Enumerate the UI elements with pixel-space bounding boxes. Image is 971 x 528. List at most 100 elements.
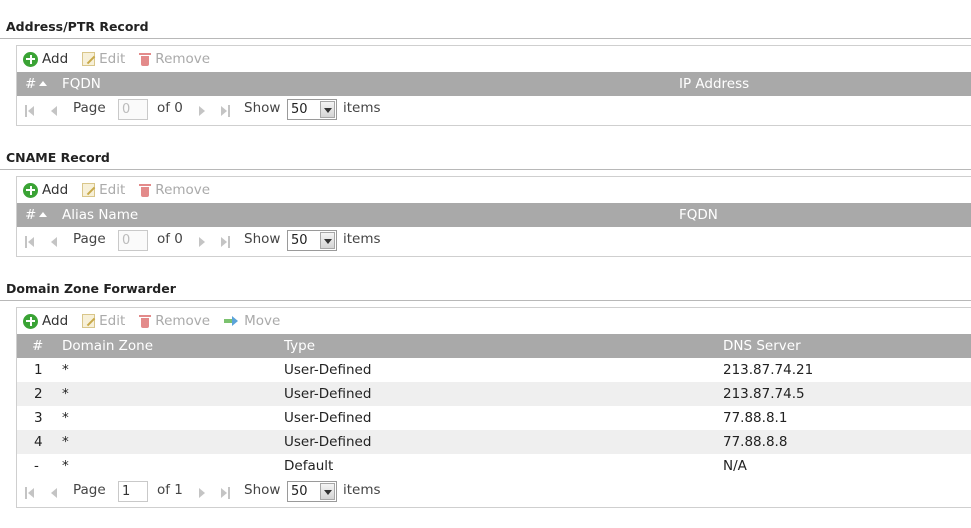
cname-add-button[interactable]: Add: [23, 182, 68, 198]
dzf-remove-button[interactable]: Remove: [139, 313, 210, 329]
table-row[interactable]: 2 * User-Defined 213.87.74.5: [17, 382, 971, 406]
dzf-pager: Page of 1 Show 50 items: [17, 478, 971, 506]
ptr-show-value: 50: [291, 102, 308, 117]
ptr-toolbar: Add Edit Remove: [17, 46, 971, 72]
ptr-page-input[interactable]: [118, 99, 148, 120]
ptr-edit-button[interactable]: Edit: [82, 51, 125, 67]
row-num: 1: [34, 362, 43, 378]
dzf-items-label: items: [343, 482, 381, 498]
chevron-down-icon[interactable]: [320, 101, 335, 118]
next-page-icon[interactable]: [197, 105, 207, 117]
chevron-down-icon[interactable]: [320, 232, 335, 249]
cname-remove-label: Remove: [155, 182, 211, 198]
cname-section-divider: [0, 169, 971, 170]
ptr-remove-button[interactable]: Remove: [139, 51, 210, 67]
first-page-icon[interactable]: [25, 105, 35, 117]
ptr-col-fqdn[interactable]: FQDN: [62, 76, 101, 92]
row-zone: *: [62, 386, 69, 402]
cname-show-select[interactable]: 50: [287, 230, 337, 251]
last-page-icon[interactable]: [221, 236, 231, 248]
prev-page-icon[interactable]: [49, 105, 59, 117]
dzf-col-dns[interactable]: DNS Server: [723, 338, 801, 354]
last-page-icon[interactable]: [221, 105, 231, 117]
ptr-remove-label: Remove: [155, 51, 211, 67]
ptr-add-button[interactable]: Add: [23, 51, 68, 67]
row-type: User-Defined: [284, 362, 372, 378]
add-icon: [23, 51, 38, 67]
ptr-col-num[interactable]: #: [25, 76, 48, 92]
dzf-show-label: Show: [244, 482, 281, 498]
chevron-down-icon[interactable]: [320, 483, 335, 500]
sort-asc-icon: [39, 81, 48, 86]
dzf-move-button[interactable]: Move: [224, 313, 280, 329]
row-type: User-Defined: [284, 410, 372, 426]
row-dns: 77.88.8.1: [723, 410, 788, 426]
cname-add-label: Add: [42, 182, 69, 198]
table-row[interactable]: - * Default N/A: [17, 454, 971, 478]
ptr-show-select[interactable]: 50: [287, 99, 337, 120]
dzf-show-select[interactable]: 50: [287, 481, 337, 502]
dzf-section-divider: [0, 300, 971, 301]
row-num: 3: [34, 410, 43, 426]
dzf-col-num[interactable]: #: [32, 338, 43, 354]
row-dns: 213.87.74.21: [723, 362, 814, 378]
row-zone: *: [62, 458, 69, 474]
dzf-page-input[interactable]: [118, 481, 148, 502]
row-zone: *: [62, 434, 69, 450]
move-arrow-icon: [224, 315, 240, 327]
cname-col-num[interactable]: #: [25, 207, 48, 223]
edit-icon: [82, 314, 96, 328]
dzf-col-zone[interactable]: Domain Zone: [62, 338, 153, 354]
dzf-page-label: Page: [73, 482, 106, 498]
edit-icon: [82, 52, 96, 66]
row-dns: 213.87.74.5: [723, 386, 805, 402]
dzf-table-header: # Domain Zone Type DNS Server: [17, 334, 971, 358]
ptr-col-ip[interactable]: IP Address: [679, 76, 749, 92]
dzf-show-value: 50: [291, 484, 308, 499]
dzf-add-label: Add: [42, 313, 69, 329]
dzf-col-type[interactable]: Type: [284, 338, 315, 354]
cname-section-title: CNAME Record: [6, 150, 110, 165]
cname-page-label: Page: [73, 231, 106, 247]
ptr-edit-label: Edit: [99, 51, 126, 67]
next-page-icon[interactable]: [197, 236, 207, 248]
dzf-add-button[interactable]: Add: [23, 313, 68, 329]
dzf-panel: Add Edit Remove Move # Domain Zone Type …: [16, 307, 971, 508]
dzf-remove-label: Remove: [155, 313, 211, 329]
next-page-icon[interactable]: [197, 487, 207, 499]
table-row[interactable]: 1 * User-Defined 213.87.74.21: [17, 358, 971, 382]
table-row[interactable]: 4 * User-Defined 77.88.8.8: [17, 430, 971, 454]
trash-icon: [139, 314, 152, 328]
cname-col-alias[interactable]: Alias Name: [62, 207, 138, 223]
cname-col-fqdn[interactable]: FQDN: [679, 207, 718, 223]
cname-pager: Page of 0 Show 50 items: [17, 227, 971, 255]
cname-items-label: items: [343, 231, 381, 247]
row-num: 2: [34, 386, 43, 402]
ptr-table-header: # FQDN IP Address: [17, 72, 971, 96]
ptr-pager: Page of 0 Show 50 items: [17, 96, 971, 124]
add-icon: [23, 182, 38, 198]
ptr-section-title: Address/PTR Record: [6, 19, 149, 34]
cname-page-count: of 0: [157, 231, 183, 247]
table-row[interactable]: 3 * User-Defined 77.88.8.1: [17, 406, 971, 430]
row-num: -: [34, 458, 39, 474]
ptr-show-label: Show: [244, 100, 281, 116]
ptr-page-label: Page: [73, 100, 106, 116]
cname-edit-button[interactable]: Edit: [82, 182, 125, 198]
cname-page-input[interactable]: [118, 230, 148, 251]
first-page-icon[interactable]: [25, 236, 35, 248]
prev-page-icon[interactable]: [49, 236, 59, 248]
row-type: User-Defined: [284, 434, 372, 450]
dzf-page-count: of 1: [157, 482, 183, 498]
row-dns: N/A: [723, 458, 747, 474]
prev-page-icon[interactable]: [49, 487, 59, 499]
dzf-edit-button[interactable]: Edit: [82, 313, 125, 329]
sort-asc-icon: [39, 212, 48, 217]
cname-toolbar: Add Edit Remove: [17, 177, 971, 203]
dzf-section-title: Domain Zone Forwarder: [6, 281, 176, 296]
last-page-icon[interactable]: [221, 487, 231, 499]
first-page-icon[interactable]: [25, 487, 35, 499]
dzf-table-body: 1 * User-Defined 213.87.74.21 2 * User-D…: [17, 358, 971, 478]
edit-icon: [82, 183, 96, 197]
cname-remove-button[interactable]: Remove: [139, 182, 210, 198]
